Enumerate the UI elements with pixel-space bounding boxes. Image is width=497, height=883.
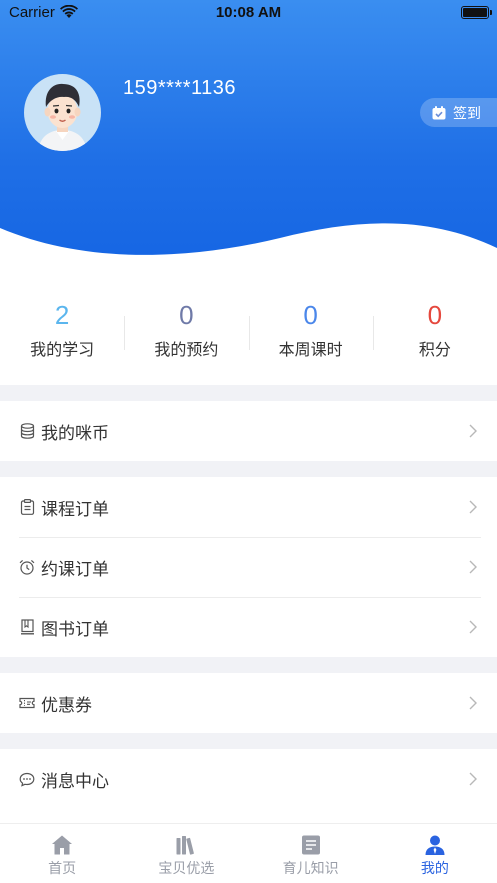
stat-value: 0 xyxy=(427,300,443,330)
menu-group-coupons: 优惠券 xyxy=(0,673,497,733)
ticket-icon xyxy=(19,695,35,711)
checkin-button[interactable]: 签到 xyxy=(420,98,497,127)
tab-parenting-knowledge[interactable]: 育儿知识 xyxy=(249,824,373,883)
menu-item-booking-orders[interactable]: 约课订单 xyxy=(0,537,497,597)
document-icon xyxy=(301,835,320,855)
stats-bar: 2 我的学习 0 我的预约 0 本周课时 0 积分 xyxy=(0,270,497,385)
boy-avatar-icon xyxy=(38,83,87,151)
chevron-right-icon xyxy=(469,696,477,710)
menu-item-course-orders[interactable]: 课程订单 xyxy=(0,477,497,537)
menu-item-label: 约课订单 xyxy=(41,559,109,580)
menu-item-label: 消息中心 xyxy=(41,771,109,792)
coin-stack-icon xyxy=(19,423,35,439)
tab-label: 育儿知识 xyxy=(282,861,339,877)
status-bar: Carrier 10:08 AM xyxy=(0,0,497,26)
clock: 10:08 AM xyxy=(215,4,282,21)
user-phone-number: 159****1136 xyxy=(123,77,237,99)
stat-points[interactable]: 0 积分 xyxy=(372,270,497,385)
stat-my-learning[interactable]: 2 我的学习 xyxy=(0,270,124,385)
menu-group-orders: 课程订单 约课订单 图书订单 xyxy=(0,477,497,657)
chevron-right-icon xyxy=(469,500,477,514)
menu-item-book-orders[interactable]: 图书订单 xyxy=(0,597,497,657)
person-icon xyxy=(425,835,445,855)
stat-label: 本周课时 xyxy=(278,340,343,359)
chevron-right-icon xyxy=(469,424,477,438)
stat-label: 我的学习 xyxy=(30,340,95,359)
bottom-tab-bar: 首页 宝贝优选 育儿知识 我的 xyxy=(0,823,497,883)
stat-label: 我的预约 xyxy=(154,340,219,359)
clipboard-icon xyxy=(19,499,35,515)
tab-label: 首页 xyxy=(48,861,77,877)
stat-value: 0 xyxy=(179,300,194,330)
chevron-right-icon xyxy=(469,560,477,574)
menu-item-label: 我的咪币 xyxy=(41,423,109,444)
stat-label: 积分 xyxy=(418,340,451,359)
tab-label: 我的 xyxy=(420,861,449,877)
tab-home[interactable]: 首页 xyxy=(0,824,124,883)
chevron-right-icon xyxy=(469,620,477,634)
book-icon xyxy=(19,619,35,635)
tab-baby-picks[interactable]: 宝贝优选 xyxy=(124,824,248,883)
avatar[interactable] xyxy=(24,74,101,151)
menu-group-messages: 消息中心 xyxy=(0,749,497,823)
stat-value: 0 xyxy=(303,300,318,330)
menu-item-messages[interactable]: 消息中心 xyxy=(0,749,497,809)
tab-label: 宝贝优选 xyxy=(158,861,215,877)
menu-item-label: 图书订单 xyxy=(41,619,109,640)
chat-bubble-icon xyxy=(19,771,35,787)
stat-my-booking[interactable]: 0 我的预约 xyxy=(124,270,248,385)
menu-item-label: 课程订单 xyxy=(41,499,109,520)
menu-item-coins[interactable]: 我的咪币 xyxy=(0,401,497,461)
menu-item-label: 优惠券 xyxy=(41,695,92,716)
calendar-check-icon xyxy=(432,105,446,119)
menu-item-coupons[interactable]: 优惠券 xyxy=(0,673,497,733)
stat-value: 2 xyxy=(54,300,70,330)
battery-icon xyxy=(461,6,492,19)
tab-mine[interactable]: 我的 xyxy=(373,824,497,883)
alarm-clock-icon xyxy=(19,559,35,575)
checkin-label: 签到 xyxy=(453,105,481,122)
menu-group-wallet: 我的咪币 xyxy=(0,401,497,461)
books-icon xyxy=(176,836,195,855)
stat-weekly-hours[interactable]: 0 本周课时 xyxy=(248,270,373,385)
chevron-right-icon xyxy=(469,772,477,786)
home-icon xyxy=(52,835,73,855)
